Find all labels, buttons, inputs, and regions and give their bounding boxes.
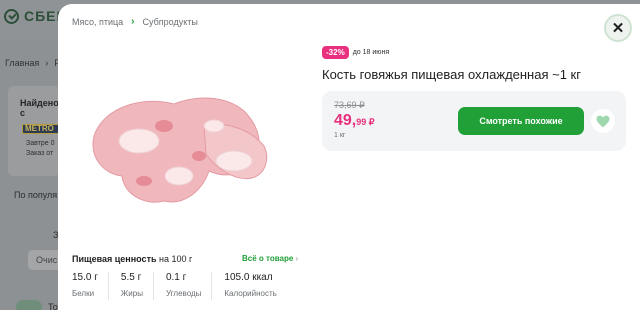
chevron-right-icon: › <box>131 16 135 27</box>
metro-logo-text: METRO <box>25 124 54 133</box>
nutrition-title: Пищевая ценность <box>72 254 157 264</box>
nutrition-facts: 15.0 г Белки 5.5 г Жиры 0.1 г Углеводы 1… <box>72 272 299 300</box>
nutrition-name: Жиры <box>120 289 143 298</box>
new-price-fraction: 99 ₽ <box>356 117 375 127</box>
background-sort-label: По популя <box>14 190 58 200</box>
product-image <box>92 97 268 203</box>
product-title: Кость говяжья пищевая охлажденная ~1 кг <box>322 67 581 82</box>
chevron-right-icon: › <box>45 58 49 68</box>
nutrition-name: Углеводы <box>165 289 202 298</box>
all-about-product-link[interactable]: Всё о товаре › <box>242 254 298 263</box>
nutrition-value: 0.1 г <box>165 272 187 283</box>
background-found-title: Найдено с <box>20 98 59 118</box>
old-price: 73,69 ₽ <box>334 100 365 110</box>
background-toggle-label: То <box>48 302 58 310</box>
nutrition-name: Белки <box>72 289 95 298</box>
discount-badges: -32% до 18 июня <box>322 46 389 59</box>
see-similar-button[interactable]: Смотреть похожие <box>458 107 584 135</box>
nutrition-value: 105.0 ккал <box>224 272 273 283</box>
product-modal: Мясо, птица › Субпродукты ✕ -32% до 18 и… <box>58 4 640 310</box>
background-delivery-line2: Заказ от <box>26 150 54 157</box>
chevron-right-icon: › <box>295 254 299 263</box>
background-breadcrumb: Главная › Р <box>5 58 60 68</box>
nutrition-calories: 105.0 ккал Калорийность <box>224 272 286 300</box>
favorite-button[interactable] <box>591 109 615 133</box>
discount-until: до 18 июня <box>352 49 390 56</box>
nutrition-value: 15.0 г <box>72 272 98 283</box>
breadcrumb: Мясо, птица › Субпродукты <box>72 16 198 27</box>
nutrition-name: Калорийность <box>224 289 277 298</box>
new-price-integer: 49, <box>334 112 357 129</box>
breadcrumb-category[interactable]: Мясо, птица <box>72 17 123 27</box>
all-about-product-label: Всё о товаре <box>242 254 294 263</box>
metro-logo: METRO <box>22 124 62 134</box>
price-card: 73,69 ₽ 49,99 ₽ 1 кг Смотреть похожие <box>322 91 626 151</box>
nutrition-carbs: 0.1 г Углеводы <box>165 272 213 300</box>
background-clear-button: Очис <box>28 250 62 270</box>
price-unit: 1 кг <box>334 132 346 139</box>
nutrition-per: на 100 г <box>159 254 193 264</box>
close-button[interactable]: ✕ <box>604 14 632 42</box>
nutrition-value: 5.5 г <box>120 272 142 283</box>
nutrition-protein: 15.0 г Белки <box>72 272 109 300</box>
background-breadcrumb-home: Главная <box>5 58 40 68</box>
breadcrumb-subcategory[interactable]: Субпродукты <box>143 17 198 27</box>
heart-icon <box>596 115 610 127</box>
nutrition-fat: 5.5 г Жиры <box>121 272 154 300</box>
background-toggle <box>16 300 42 310</box>
new-price: 49,99 ₽ <box>334 112 375 130</box>
discount-badge: -32% <box>322 46 349 59</box>
background-store-card: Найдено с METRO Завтре 0 Заказ от <box>8 86 62 176</box>
nutrition-heading: Пищевая ценность на 100 г <box>72 254 192 264</box>
background-delivery-line1: Завтре 0 <box>26 140 55 147</box>
sber-logo-icon <box>4 8 19 24</box>
close-icon: ✕ <box>611 19 625 37</box>
